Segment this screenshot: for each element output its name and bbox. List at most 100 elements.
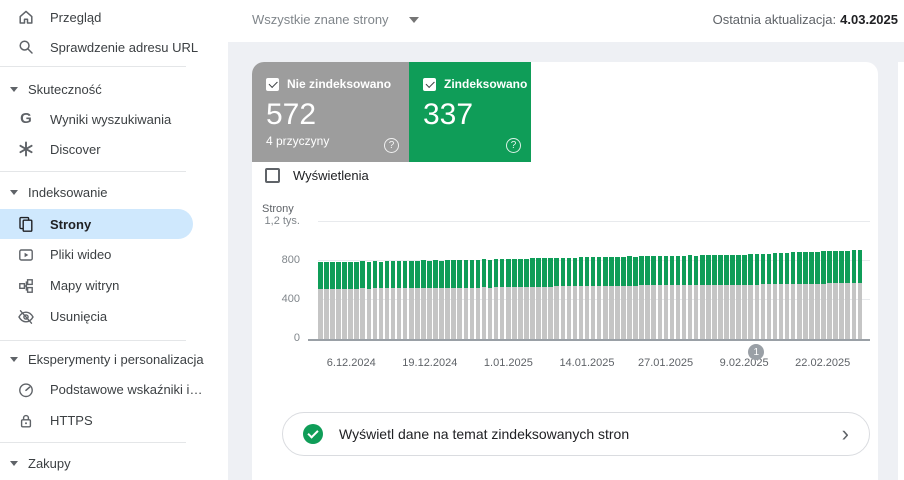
sidebar-section-shopping[interactable]: Zakupy (0, 448, 228, 478)
chart-bar[interactable] (451, 260, 456, 339)
sidebar-item-removals[interactable]: Usunięcia (0, 301, 228, 332)
chart-bar[interactable] (699, 255, 705, 339)
chart-bar[interactable] (408, 260, 414, 339)
chart-bar[interactable] (445, 260, 450, 339)
chart-bar[interactable] (803, 251, 808, 339)
sidebar-item-overview[interactable]: Przegląd (0, 2, 228, 32)
chart-bar[interactable] (845, 250, 850, 339)
sidebar-section-indexing[interactable]: Indeksowanie (0, 177, 228, 207)
chart-bar[interactable] (384, 261, 390, 339)
chart-bar[interactable] (827, 251, 832, 339)
chart-bar[interactable] (748, 254, 753, 339)
chart-bar[interactable] (839, 250, 844, 339)
chart-bar[interactable] (669, 255, 675, 339)
chart-bar[interactable] (712, 255, 717, 339)
chart-bar[interactable] (536, 258, 541, 339)
card-not-indexed[interactable]: Nie zindeksowano 572 4 przyczyny (252, 62, 409, 162)
sidebar-item-videos[interactable]: Pliki wideo (0, 239, 228, 270)
card-indexed[interactable]: Zindeksowano 337 (409, 62, 531, 162)
chart-bar[interactable] (821, 251, 826, 339)
chart-bar[interactable] (833, 251, 838, 339)
chart-bar[interactable] (542, 258, 547, 339)
sidebar-item-core-web-vitals[interactable]: Podstawowe wskaźniki i… (0, 374, 228, 405)
sidebar-section-performance[interactable]: Skuteczność (0, 74, 228, 104)
chart-bar[interactable] (427, 260, 432, 339)
chart-bar[interactable] (439, 260, 444, 339)
chart-bar[interactable] (742, 254, 747, 339)
chart-bar[interactable] (766, 253, 772, 339)
checkbox-checked-icon[interactable] (266, 77, 279, 91)
sidebar-section-experience[interactable]: Eksperymenty i personalizacja (0, 344, 228, 374)
chart-bar[interactable] (687, 255, 693, 339)
chart-bar[interactable] (621, 256, 626, 339)
chart-bar[interactable] (354, 261, 359, 339)
checkbox-checked-icon[interactable] (423, 77, 436, 91)
chart-bar[interactable] (330, 262, 335, 339)
chart-bar[interactable] (596, 257, 602, 339)
chart-bar[interactable] (457, 259, 462, 339)
chart-bar[interactable] (505, 259, 511, 339)
chart-bar[interactable] (609, 256, 614, 339)
chart-bar[interactable] (809, 251, 814, 339)
chart-bar[interactable] (499, 259, 505, 339)
sidebar-item-sitemaps[interactable]: Mapy witryn (0, 270, 228, 301)
chart-bar[interactable] (730, 254, 735, 339)
chart-bar[interactable] (578, 257, 584, 339)
chart-bar[interactable] (590, 257, 596, 339)
chart-bar[interactable] (396, 260, 402, 339)
chart-bar[interactable] (657, 256, 663, 339)
chart-bar[interactable] (718, 255, 723, 339)
chart-bar[interactable] (518, 258, 523, 339)
chart-bar[interactable] (560, 257, 566, 339)
chart-bar[interactable] (469, 259, 475, 339)
chart-bar[interactable] (324, 262, 329, 339)
help-icon[interactable] (506, 138, 521, 153)
chart-bar[interactable] (615, 256, 620, 339)
chart-bar[interactable] (463, 260, 469, 339)
chart-bar[interactable] (784, 252, 790, 339)
chart-bar[interactable] (790, 252, 796, 339)
chart-bar[interactable] (706, 255, 711, 339)
chart-bar[interactable] (627, 256, 632, 339)
chart-bar[interactable] (433, 260, 438, 339)
chart-bar[interactable] (421, 260, 426, 339)
chart-bar[interactable] (857, 250, 863, 339)
chart-bar[interactable] (663, 255, 669, 339)
chart-bar[interactable] (645, 256, 650, 339)
chart-bar[interactable] (481, 259, 487, 339)
chart-bar[interactable] (475, 259, 481, 339)
chart-bar[interactable] (360, 261, 365, 339)
chart-bar[interactable] (336, 261, 341, 339)
chart-bar[interactable] (402, 261, 408, 339)
chart-bar[interactable] (366, 261, 372, 339)
scrollbar[interactable] (898, 62, 904, 480)
chart-bar[interactable] (548, 258, 553, 339)
chart-bar[interactable] (796, 252, 802, 339)
chart-bar[interactable] (639, 256, 644, 339)
help-icon[interactable] (384, 138, 399, 153)
page-scope-selector[interactable]: Wszystkie znane strony (252, 12, 419, 27)
chart-bar[interactable] (760, 253, 766, 339)
chart-bar[interactable] (851, 250, 857, 339)
checkbox-unchecked-icon[interactable] (265, 168, 280, 183)
sidebar-item-pages[interactable]: Strony (0, 209, 193, 239)
sidebar-item-https[interactable]: HTTPS (0, 405, 228, 436)
impressions-toggle[interactable]: Wyświetlenia (265, 168, 369, 183)
chart-bar[interactable] (566, 257, 572, 339)
chart-bar[interactable] (530, 258, 535, 339)
chart-bar[interactable] (633, 256, 638, 339)
chart-bar[interactable] (348, 261, 353, 339)
chart-bar[interactable] (390, 261, 396, 339)
chart-bar[interactable] (772, 253, 778, 339)
chart-bar[interactable] (378, 261, 384, 339)
chart-bar[interactable] (342, 262, 347, 339)
sidebar-item-url-inspection[interactable]: Sprawdzenie adresu URL (0, 32, 228, 62)
chart-bar[interactable] (675, 255, 681, 339)
chart-bar[interactable] (584, 257, 590, 339)
view-indexed-pages-link[interactable]: Wyświetl dane na temat zindeksowanych st… (282, 412, 870, 456)
chart-bar[interactable] (681, 255, 687, 339)
chart-bar[interactable] (512, 259, 517, 339)
chart-bar[interactable] (754, 254, 760, 339)
chart-bar[interactable] (736, 254, 741, 339)
chart-bar[interactable] (602, 256, 608, 339)
